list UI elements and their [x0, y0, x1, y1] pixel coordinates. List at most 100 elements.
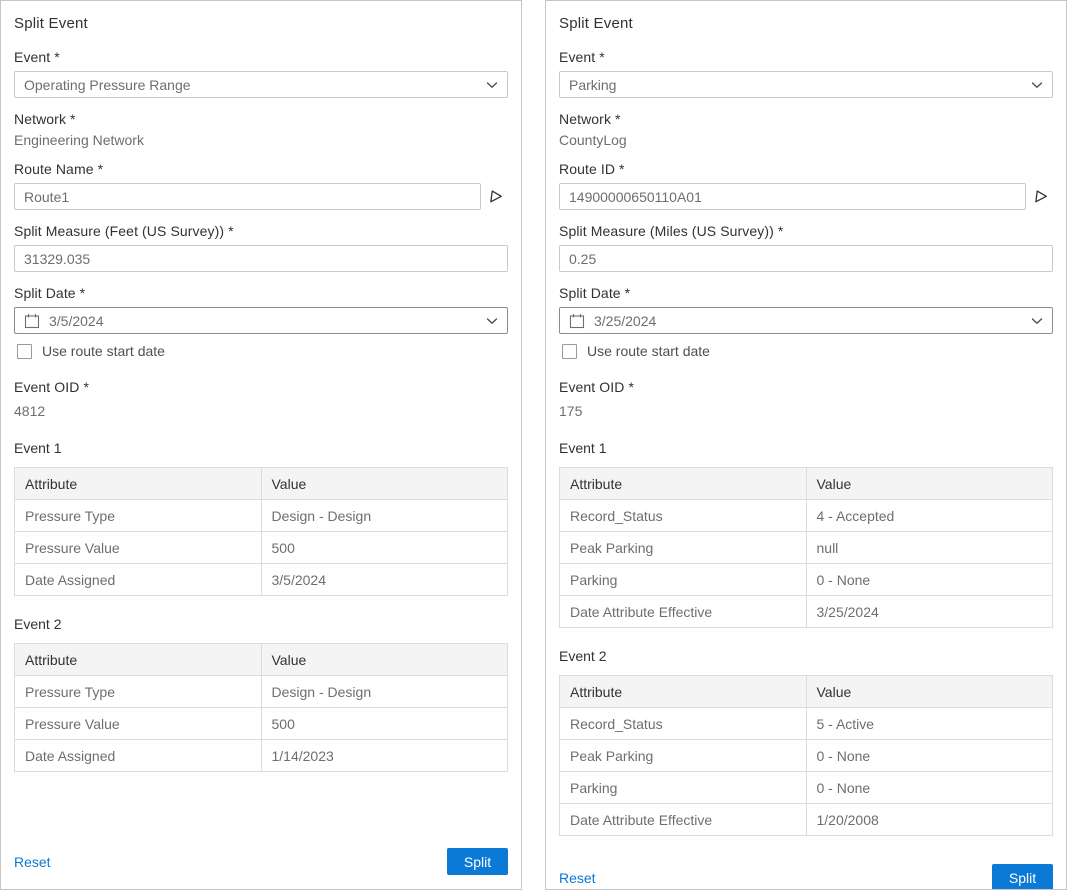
- measure-input[interactable]: 0.25: [559, 245, 1053, 272]
- measure-input-value: 0.25: [569, 251, 596, 267]
- event1-section-title: Event 1: [559, 440, 1053, 456]
- attribute-cell: Date Attribute Effective: [560, 804, 807, 836]
- map-pointer-icon: [1032, 188, 1049, 205]
- attribute-column-header: Attribute: [560, 676, 807, 708]
- value-cell: 5 - Active: [806, 708, 1053, 740]
- chevron-down-icon: [486, 317, 498, 325]
- value-cell: 0 - None: [806, 564, 1053, 596]
- value-cell: 0 - None: [806, 740, 1053, 772]
- value-cell: Design - Design: [261, 676, 508, 708]
- use-route-start-date-checkbox-row[interactable]: Use route start date: [562, 343, 1053, 359]
- table-row: Date Assigned 1/14/2023: [15, 740, 508, 772]
- value-cell: 4 - Accepted: [806, 500, 1053, 532]
- attribute-cell: Peak Parking: [560, 532, 807, 564]
- date-picker[interactable]: 3/25/2024: [559, 307, 1053, 334]
- chevron-down-icon: [1031, 317, 1043, 325]
- table-header-row: Attribute Value: [560, 468, 1053, 500]
- table-row: Pressure Value 500: [15, 708, 508, 740]
- measure-label: Split Measure (Miles (US Survey)) *: [559, 223, 1053, 239]
- attribute-column-header: Attribute: [15, 644, 262, 676]
- measure-input[interactable]: 31329.035: [14, 245, 508, 272]
- value-column-header: Value: [806, 676, 1053, 708]
- attribute-cell: Pressure Value: [15, 708, 262, 740]
- event-oid-label: Event OID *: [559, 379, 1053, 395]
- value-cell: 1/20/2008: [806, 804, 1053, 836]
- event-oid-value: 175: [559, 403, 1053, 419]
- measure-label: Split Measure (Feet (US Survey)) *: [14, 223, 508, 239]
- table-row: Pressure Value 500: [15, 532, 508, 564]
- value-cell: 0 - None: [806, 772, 1053, 804]
- event-select[interactable]: Operating Pressure Range: [14, 71, 508, 98]
- attribute-cell: Pressure Value: [15, 532, 262, 564]
- use-route-start-date-checkbox-row[interactable]: Use route start date: [17, 343, 508, 359]
- reset-button[interactable]: Reset: [559, 870, 596, 886]
- date-picker[interactable]: 3/5/2024: [14, 307, 508, 334]
- table-row: Pressure Type Design - Design: [15, 676, 508, 708]
- calendar-icon: [569, 313, 585, 329]
- table-row: Record_Status 5 - Active: [560, 708, 1053, 740]
- route-label: Route Name *: [14, 161, 508, 177]
- table-header-row: Attribute Value: [560, 676, 1053, 708]
- table-row: Date Attribute Effective 3/25/2024: [560, 596, 1053, 628]
- map-pointer-icon: [487, 188, 504, 205]
- checkbox-unchecked[interactable]: [562, 344, 577, 359]
- table-header-row: Attribute Value: [15, 468, 508, 500]
- measure-field: Split Measure (Feet (US Survey)) * 31329…: [14, 223, 508, 272]
- route-input[interactable]: Route1: [14, 183, 481, 210]
- event-label: Event *: [14, 49, 508, 65]
- attribute-column-header: Attribute: [560, 468, 807, 500]
- value-column-header: Value: [261, 644, 508, 676]
- network-field: Network * CountyLog: [559, 111, 1053, 148]
- event-oid-field: Event OID * 4812: [14, 379, 508, 419]
- table-header-row: Attribute Value: [15, 644, 508, 676]
- value-cell: 3/5/2024: [261, 564, 508, 596]
- chevron-down-icon: [1031, 81, 1043, 89]
- event2-section-title: Event 2: [559, 648, 1053, 664]
- split-event-panel-right: Split Event Event * Parking Network * Co…: [545, 0, 1067, 890]
- value-cell: 500: [261, 708, 508, 740]
- measure-input-value: 31329.035: [24, 251, 90, 267]
- select-route-on-map-button[interactable]: [483, 183, 508, 210]
- split-event-panel-left: Split Event Event * Operating Pressure R…: [0, 0, 522, 890]
- route-field: Route Name * Route1: [14, 161, 508, 210]
- event-field: Event * Parking: [559, 49, 1053, 98]
- table-row: Date Assigned 3/5/2024: [15, 564, 508, 596]
- calendar-icon: [24, 313, 40, 329]
- event-select[interactable]: Parking: [559, 71, 1053, 98]
- attribute-cell: Date Attribute Effective: [560, 596, 807, 628]
- event-oid-field: Event OID * 175: [559, 379, 1053, 419]
- attribute-cell: Pressure Type: [15, 676, 262, 708]
- page: Split Event Event * Operating Pressure R…: [0, 0, 1067, 890]
- date-value: 3/25/2024: [594, 313, 656, 329]
- date-field: Split Date * 3/25/2024: [559, 285, 1053, 334]
- event1-section-title: Event 1: [14, 440, 508, 456]
- event-oid-label: Event OID *: [14, 379, 508, 395]
- event1-attribute-table: Attribute Value Record_Status 4 - Accept…: [559, 467, 1053, 628]
- table-row: Record_Status 4 - Accepted: [560, 500, 1053, 532]
- table-row: Date Attribute Effective 1/20/2008: [560, 804, 1053, 836]
- attribute-cell: Record_Status: [560, 500, 807, 532]
- split-button[interactable]: Split: [992, 864, 1053, 890]
- value-cell: 1/14/2023: [261, 740, 508, 772]
- route-label: Route ID *: [559, 161, 1053, 177]
- event1-attribute-table: Attribute Value Pressure Type Design - D…: [14, 467, 508, 596]
- network-label: Network *: [14, 111, 508, 127]
- network-value: CountyLog: [559, 132, 1053, 148]
- panel-footer: Reset Split: [559, 856, 1053, 890]
- value-cell: 500: [261, 532, 508, 564]
- table-row: Parking 0 - None: [560, 564, 1053, 596]
- table-row: Peak Parking null: [560, 532, 1053, 564]
- attribute-cell: Date Assigned: [15, 740, 262, 772]
- attribute-cell: Pressure Type: [15, 500, 262, 532]
- select-route-on-map-button[interactable]: [1028, 183, 1053, 210]
- checkbox-label: Use route start date: [587, 343, 710, 359]
- checkbox-unchecked[interactable]: [17, 344, 32, 359]
- attribute-cell: Date Assigned: [15, 564, 262, 596]
- split-button[interactable]: Split: [447, 848, 508, 875]
- page-title: Split Event: [14, 15, 508, 32]
- table-row: Pressure Type Design - Design: [15, 500, 508, 532]
- reset-button[interactable]: Reset: [14, 854, 51, 870]
- route-input[interactable]: 14900000650110A01: [559, 183, 1026, 210]
- page-title: Split Event: [559, 15, 1053, 32]
- route-input-value: Route1: [24, 189, 69, 205]
